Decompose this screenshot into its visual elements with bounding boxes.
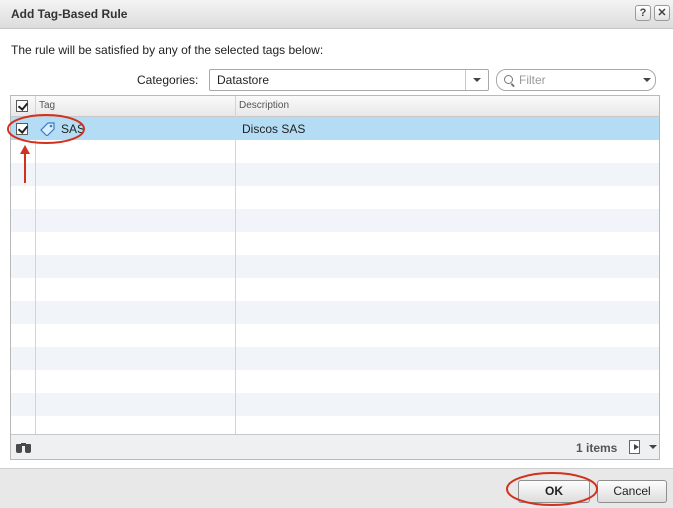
empty-row bbox=[11, 393, 659, 416]
column-divider bbox=[35, 96, 36, 434]
dialog-titlebar: Add Tag-Based Rule ? ✕ bbox=[0, 0, 673, 29]
item-count: 1 items bbox=[576, 441, 618, 455]
column-header-tag[interactable]: Tag bbox=[39, 100, 55, 111]
dropdown-toggle[interactable] bbox=[465, 70, 488, 90]
row-checkbox[interactable] bbox=[16, 123, 29, 135]
categories-dropdown[interactable]: Datastore bbox=[209, 69, 489, 91]
help-icon[interactable]: ? bbox=[635, 5, 651, 21]
empty-row bbox=[11, 347, 659, 370]
search-icon bbox=[504, 75, 513, 84]
filter-input[interactable]: Filter bbox=[496, 69, 656, 91]
dialog-footer: OK Cancel bbox=[0, 468, 673, 508]
ok-button[interactable]: OK bbox=[518, 480, 590, 503]
instruction-text: The rule will be satisfied by any of the… bbox=[11, 43, 324, 57]
chevron-down-icon[interactable] bbox=[643, 78, 651, 82]
grid-footer: 1 items bbox=[11, 434, 659, 459]
empty-row bbox=[11, 163, 659, 186]
tags-grid: Tag Description SAS Discos SAS 1 items bbox=[10, 95, 660, 460]
filter-placeholder: Filter bbox=[519, 73, 546, 87]
close-icon[interactable]: ✕ bbox=[654, 5, 670, 21]
empty-row bbox=[11, 301, 659, 324]
cancel-button[interactable]: Cancel bbox=[597, 480, 667, 503]
export-icon[interactable] bbox=[629, 440, 640, 454]
select-all-checkbox[interactable] bbox=[16, 100, 29, 112]
binoculars-icon[interactable] bbox=[16, 442, 31, 453]
chevron-down-icon[interactable] bbox=[649, 445, 657, 449]
tag-icon bbox=[40, 122, 55, 136]
tag-description: Discos SAS bbox=[242, 122, 306, 136]
categories-label: Categories: bbox=[137, 73, 199, 87]
categories-selected-value: Datastore bbox=[217, 73, 270, 87]
empty-row bbox=[11, 255, 659, 278]
chevron-down-icon bbox=[473, 78, 481, 82]
tag-name: SAS bbox=[61, 122, 86, 136]
column-divider[interactable] bbox=[235, 96, 236, 434]
dialog-title: Add Tag-Based Rule bbox=[11, 7, 128, 21]
table-row[interactable]: SAS Discos SAS bbox=[11, 117, 659, 140]
empty-row bbox=[11, 209, 659, 232]
grid-header: Tag Description bbox=[11, 96, 659, 117]
column-header-description[interactable]: Description bbox=[239, 100, 289, 111]
